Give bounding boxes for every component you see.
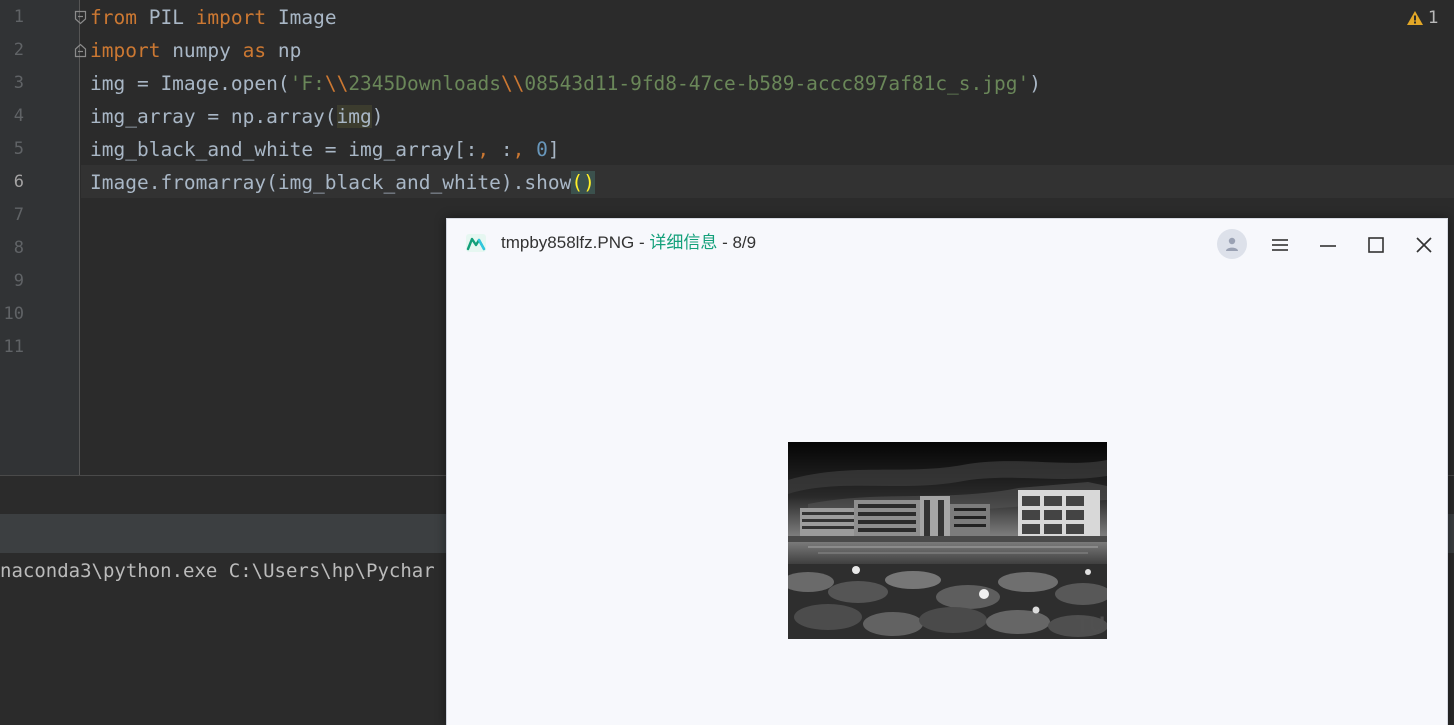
displayed-image[interactable]: TU bbox=[788, 442, 1107, 639]
code-text: ) bbox=[1029, 72, 1041, 95]
code-text: numpy bbox=[160, 39, 243, 62]
image-counter: 8/9 bbox=[732, 233, 757, 252]
code-line-3[interactable]: img = Image.open('F:\\2345Downloads\\085… bbox=[90, 67, 1041, 100]
code-text: img_array = np.array( bbox=[90, 105, 337, 128]
image-viewer-window: tmpby858lfz.PNG - 详细信息 - 8/9 TU bbox=[446, 218, 1448, 725]
line-number: 9 bbox=[13, 271, 24, 291]
punctuation: , bbox=[512, 138, 525, 161]
details-link[interactable]: 详细信息 bbox=[649, 233, 717, 252]
minimize-button[interactable] bbox=[1312, 229, 1344, 261]
escape-sequence: \\ bbox=[324, 72, 349, 95]
punctuation: , bbox=[477, 138, 490, 161]
line-number: 7 bbox=[13, 205, 24, 225]
line-number: 10 bbox=[3, 304, 24, 324]
line-number-gutter: 1 2 3 4 5 6 7 8 9 10 11 bbox=[0, 0, 80, 475]
line-number: 2 bbox=[13, 40, 24, 60]
file-name: tmpby858lfz.PNG bbox=[501, 233, 635, 252]
escape-sequence: \\ bbox=[500, 72, 525, 95]
code-line-5[interactable]: img_black_and_white = img_array[:, :, 0] bbox=[90, 133, 560, 166]
highlighted-reference: img bbox=[336, 105, 372, 128]
fold-open-icon[interactable] bbox=[74, 10, 87, 25]
line-number: 3 bbox=[13, 73, 24, 93]
account-button[interactable] bbox=[1217, 229, 1247, 259]
code-text: ] bbox=[547, 138, 560, 161]
keyword: from bbox=[90, 6, 137, 29]
fold-close-icon[interactable] bbox=[74, 43, 87, 58]
user-icon bbox=[1226, 237, 1238, 251]
line-number: 1 bbox=[13, 7, 24, 27]
warning-icon bbox=[1407, 11, 1423, 25]
code-line-1[interactable]: from PIL import Image bbox=[90, 1, 337, 34]
maximize-button[interactable] bbox=[1360, 229, 1392, 261]
line-number: 8 bbox=[13, 238, 24, 258]
number-literal: 0 bbox=[536, 138, 548, 161]
title-separator: - bbox=[717, 233, 733, 252]
line-number: 5 bbox=[13, 139, 24, 159]
matched-brace: () bbox=[571, 171, 595, 194]
keyword: import bbox=[195, 6, 267, 29]
app-logo-icon bbox=[466, 234, 486, 252]
warning-count: 1 bbox=[1428, 8, 1439, 28]
photo-watermark: TU bbox=[1075, 612, 1105, 637]
string-literal: 'F: bbox=[289, 72, 325, 95]
code-text: : bbox=[489, 138, 513, 161]
viewer-titlebar[interactable]: tmpby858lfz.PNG - 详细信息 - 8/9 bbox=[447, 219, 1447, 269]
code-text: np bbox=[266, 39, 302, 62]
code-text: PIL bbox=[136, 6, 196, 29]
keyword: import bbox=[90, 39, 161, 62]
maximize-icon bbox=[1368, 237, 1384, 253]
line-number-current: 6 bbox=[13, 172, 24, 192]
campus-photo bbox=[788, 442, 1107, 639]
menu-icon bbox=[1272, 239, 1288, 251]
close-button[interactable] bbox=[1408, 229, 1440, 261]
warning-indicator[interactable]: 1 bbox=[1406, 7, 1439, 29]
keyword: as bbox=[242, 39, 267, 62]
code-line-6[interactable]: Image.fromarray(img_black_and_white).sho… bbox=[90, 166, 595, 199]
string-literal: 08543d11-9fd8-47ce-b589-accc897af81c_s.j… bbox=[524, 72, 1030, 95]
minimize-icon bbox=[1320, 245, 1336, 247]
string-literal: 2345Downloads bbox=[348, 72, 501, 95]
code-text: img_black_and_white = img_array[: bbox=[90, 138, 478, 161]
code-text: Image.fromarray(img_black_and_white).sho… bbox=[90, 171, 572, 194]
title-separator: - bbox=[634, 233, 650, 252]
line-number: 11 bbox=[3, 337, 24, 357]
console-output: naconda3\python.exe C:\Users\hp\Pychar bbox=[0, 560, 435, 582]
code-text: ) bbox=[371, 105, 384, 128]
code-text: img = Image.open( bbox=[90, 72, 290, 95]
code-line-2[interactable]: import numpy as np bbox=[90, 34, 301, 67]
viewer-title: tmpby858lfz.PNG - 详细信息 - 8/9 bbox=[501, 232, 756, 254]
code-text: Image bbox=[266, 6, 337, 29]
menu-button[interactable] bbox=[1264, 229, 1296, 261]
close-icon bbox=[1416, 237, 1432, 253]
code-line-4[interactable]: img_array = np.array(img) bbox=[90, 100, 384, 133]
line-number: 4 bbox=[13, 106, 24, 126]
